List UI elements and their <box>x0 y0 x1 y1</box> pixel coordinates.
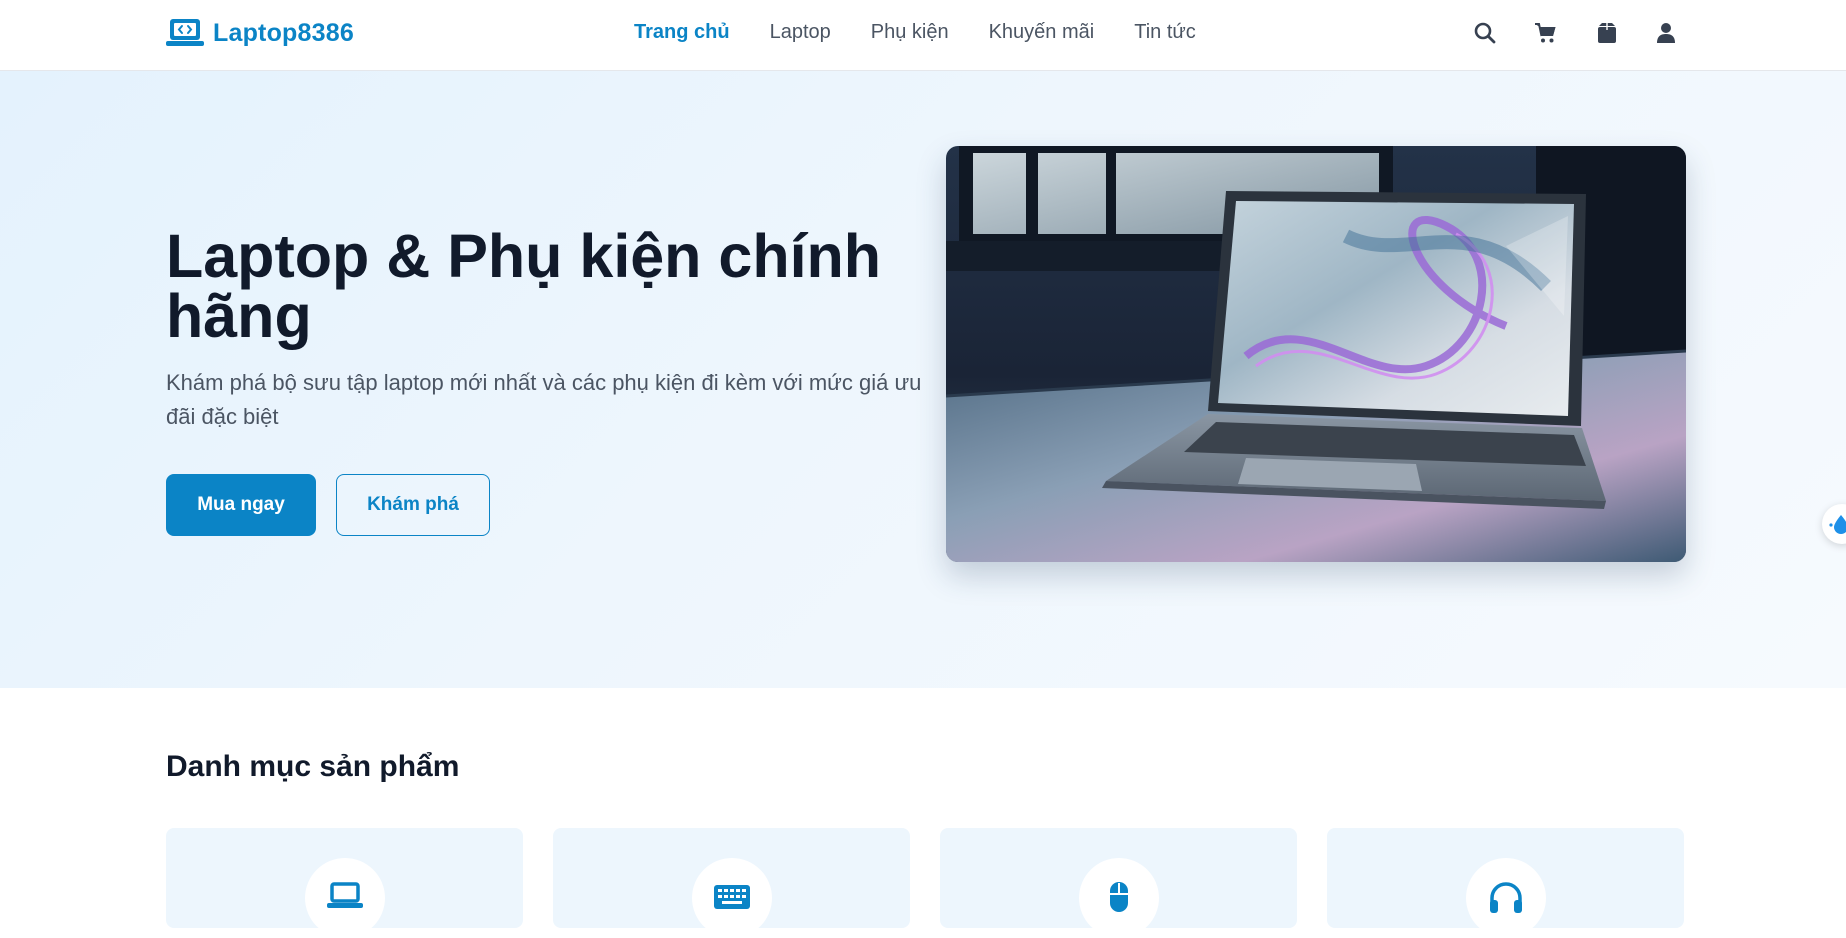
nav-item-promotions[interactable]: Khuyến mãi <box>989 19 1095 45</box>
categories-title: Danh mục sản phẩm <box>166 750 460 783</box>
category-icon-circle <box>691 858 772 938</box>
cart-icon[interactable] <box>1531 18 1561 48</box>
explore-button[interactable]: Khám phá <box>336 474 490 536</box>
hero-title: Laptop & Phụ kiện chính hãng <box>166 222 882 350</box>
search-icon[interactable] <box>1470 18 1500 48</box>
box-icon[interactable] <box>1592 18 1622 48</box>
hero-section: Laptop & Phụ kiện chính hãng Khám phá bộ… <box>0 71 1846 688</box>
category-cards <box>166 828 1686 938</box>
main-nav: Trang chủ Laptop Phụ kiện Khuyến mãi Tin… <box>634 19 1236 45</box>
hero-subtitle: Khám phá bộ sưu tập laptop mới nhất và c… <box>166 370 922 429</box>
site-header: Laptop8386 Trang chủ Laptop Phụ kiện Khu… <box>0 0 1846 71</box>
category-icon-circle <box>304 858 385 938</box>
category-icon-circle <box>1078 858 1159 938</box>
mouse-icon <box>1109 882 1128 912</box>
brand-name: Laptop8386 <box>213 18 354 47</box>
category-icon-circle <box>1465 858 1546 938</box>
brand-logo[interactable]: Laptop8386 <box>166 16 354 50</box>
nav-item-accessories[interactable]: Phụ kiện <box>871 19 949 45</box>
buy-now-button[interactable]: Mua ngay <box>166 474 316 536</box>
laptop-icon <box>326 882 363 908</box>
header-actions <box>1470 18 1700 48</box>
category-card-headphones[interactable] <box>1327 828 1684 938</box>
laptop-code-icon <box>166 19 204 46</box>
floating-chat-widget[interactable] <box>1822 504 1846 544</box>
category-card-keyboard[interactable] <box>553 828 910 938</box>
nav-item-home[interactable]: Trang chủ <box>634 19 730 45</box>
nav-item-laptop[interactable]: Laptop <box>770 19 831 45</box>
category-card-mouse[interactable] <box>940 828 1297 938</box>
user-icon[interactable] <box>1651 18 1681 48</box>
keyboard-icon <box>713 885 750 909</box>
nav-item-news[interactable]: Tin tức <box>1134 19 1196 45</box>
headphones-icon <box>1489 882 1522 913</box>
droplet-icon <box>1829 515 1846 534</box>
category-card-laptop[interactable] <box>166 828 523 938</box>
hero-laptop-image <box>946 146 1686 562</box>
